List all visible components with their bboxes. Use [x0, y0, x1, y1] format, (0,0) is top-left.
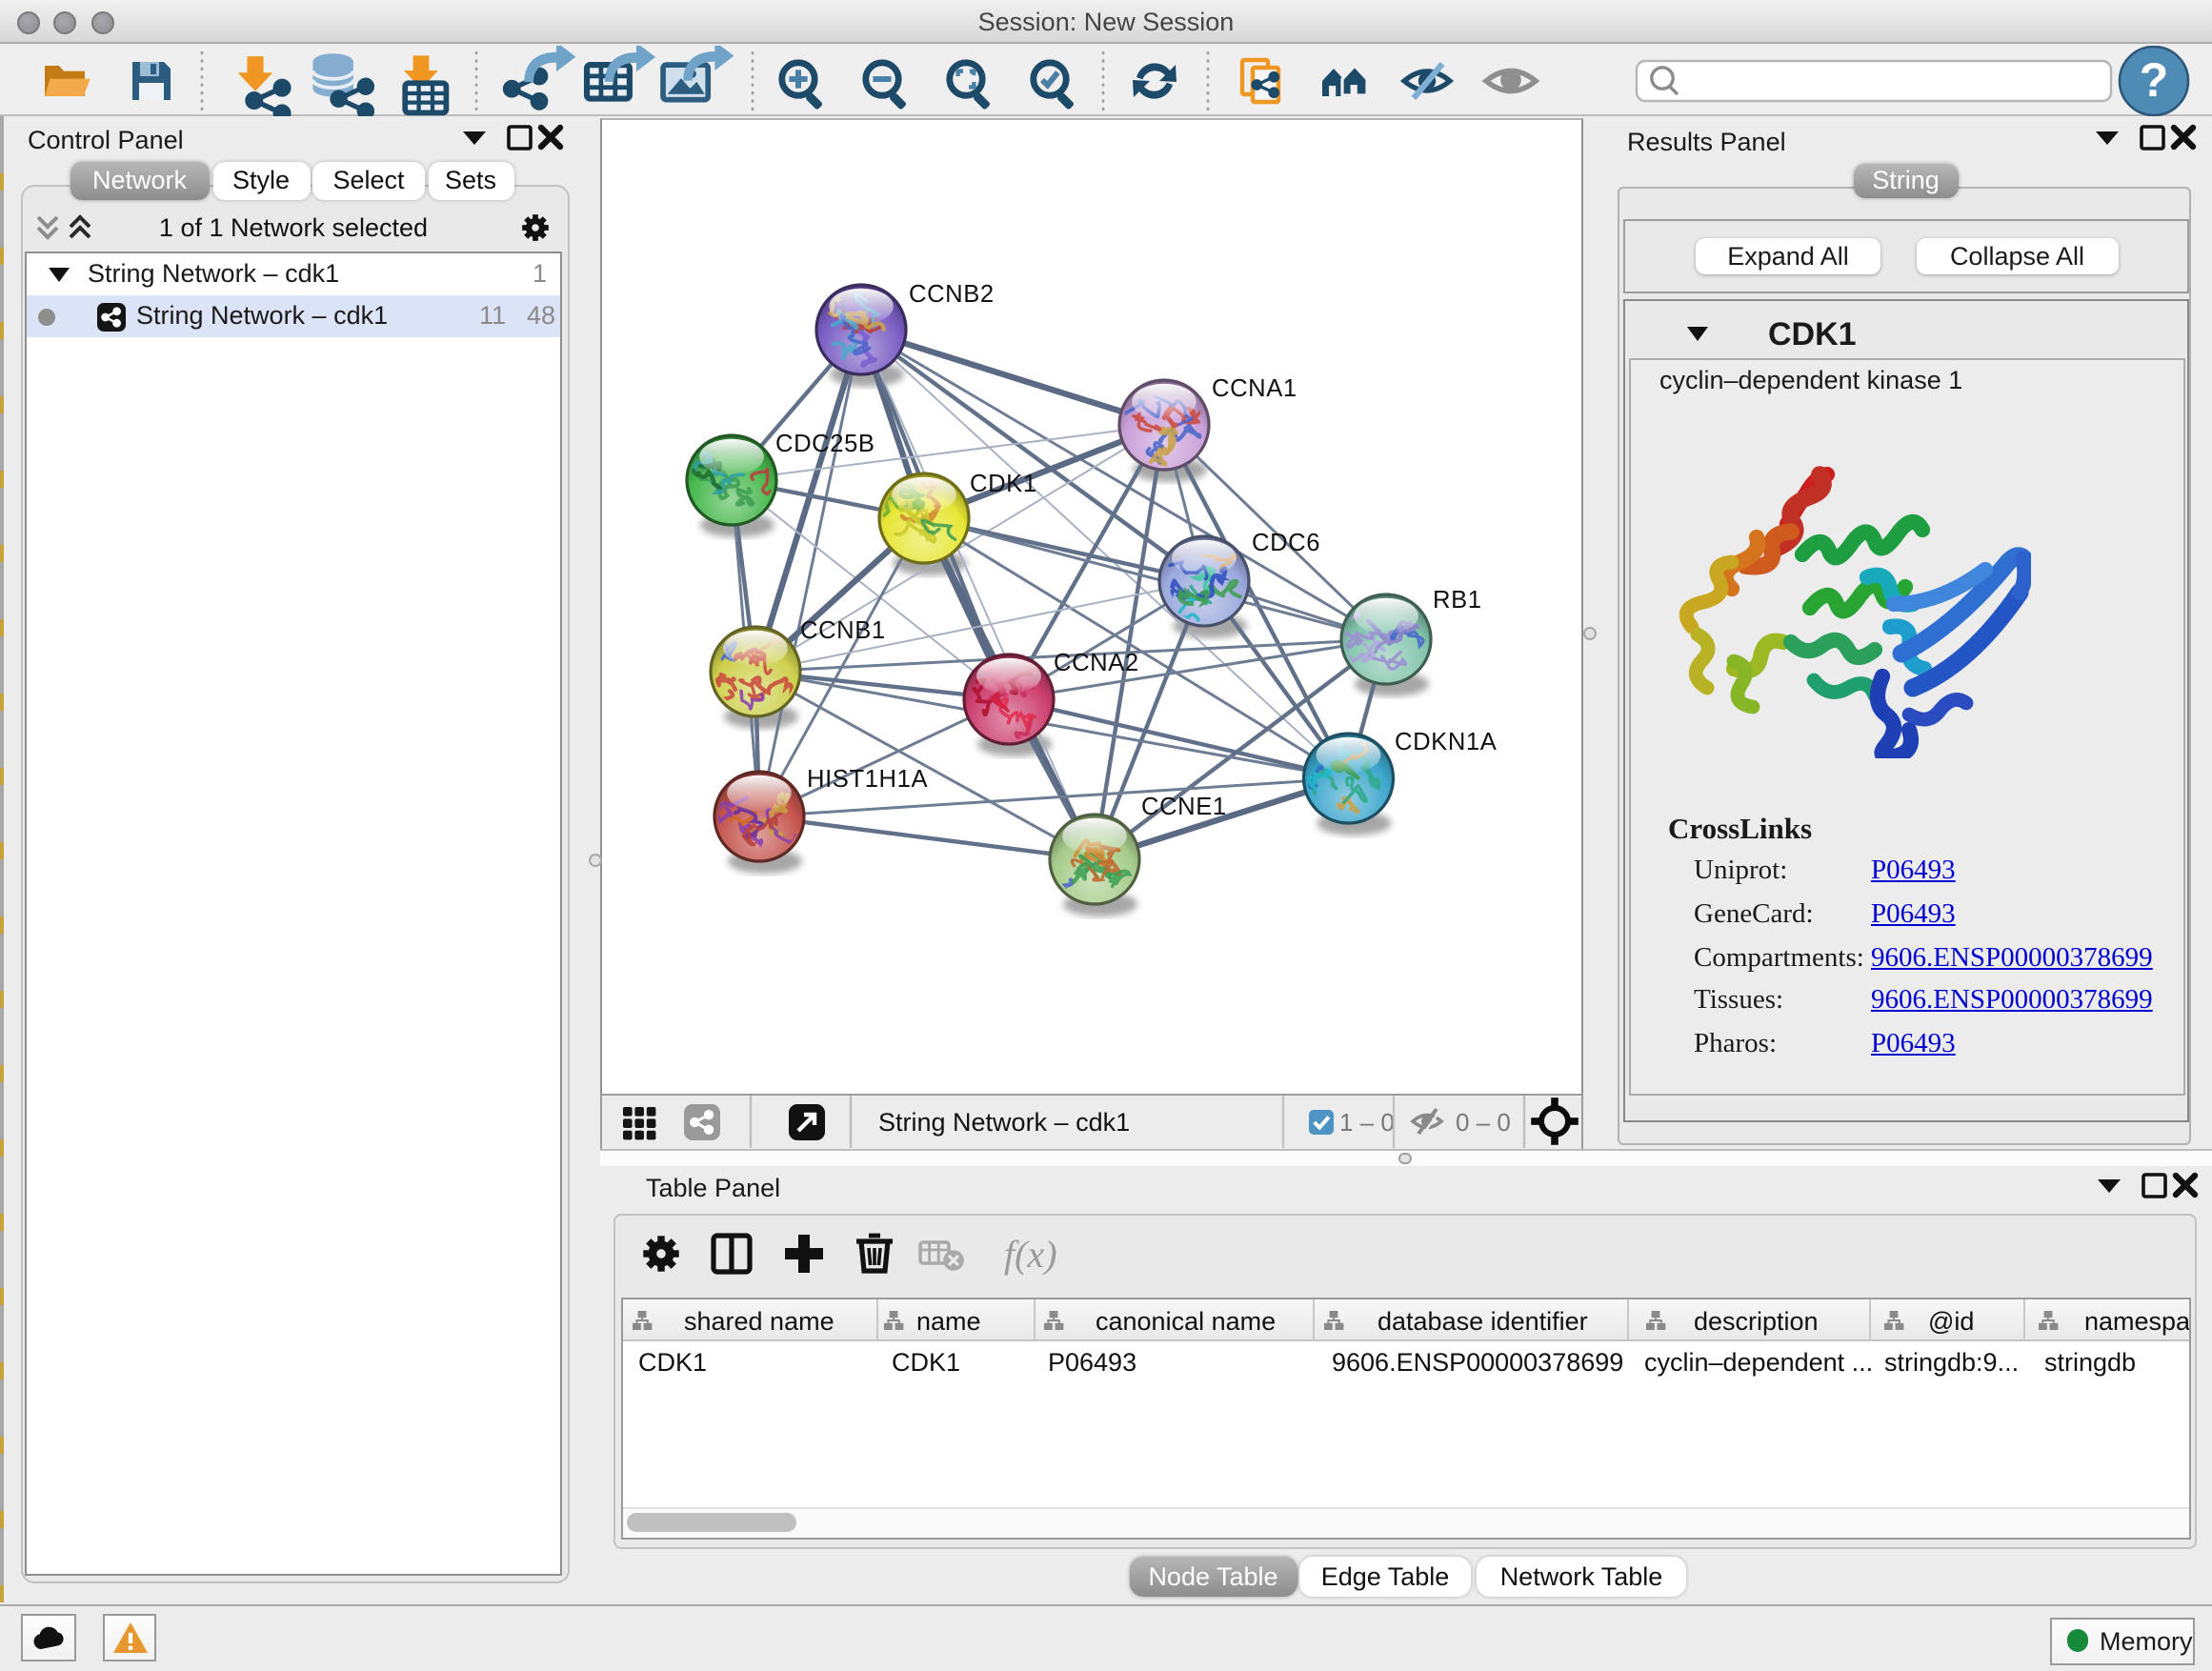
svg-text:CDK1: CDK1: [891, 1348, 959, 1377]
svg-text:?: ?: [2140, 53, 2169, 107]
svg-text:f(x): f(x): [1003, 1233, 1056, 1276]
svg-text:shared name: shared name: [683, 1307, 834, 1336]
svg-text:CCNE1: CCNE1: [1140, 794, 1226, 820]
svg-text:CDC25B: CDC25B: [774, 431, 875, 457]
svg-text:database identifier: database identifier: [1377, 1307, 1587, 1336]
svg-text:description: description: [1693, 1307, 1818, 1336]
svg-text:CCNB1: CCNB1: [799, 617, 885, 644]
svg-text:CDKN1A: CDKN1A: [1394, 729, 1497, 755]
svg-text:cyclin–dependent ...: cyclin–dependent ...: [1643, 1348, 1872, 1377]
svg-text:name: name: [915, 1307, 980, 1336]
svg-text:CCNB2: CCNB2: [908, 281, 994, 308]
svg-text:0 – 0: 0 – 0: [1455, 1108, 1510, 1137]
svg-text:canonical name: canonical name: [1095, 1307, 1275, 1336]
svg-text:stringdb:9...: stringdb:9...: [1883, 1348, 2018, 1377]
svg-text:String Network – cdk1: String Network – cdk1: [877, 1108, 1129, 1137]
svg-text:@id: @id: [1927, 1307, 1973, 1336]
svg-text:stringdb: stringdb: [2043, 1348, 2135, 1377]
svg-text:CCNA1: CCNA1: [1211, 375, 1297, 402]
svg-text:1 of 1 Network selected: 1 of 1 Network selected: [159, 213, 428, 242]
svg-text:9606.ENSP00000378699: 9606.ENSP00000378699: [1331, 1348, 1622, 1377]
svg-text:CDK1: CDK1: [969, 471, 1036, 497]
svg-text:HIST1H1A: HIST1H1A: [806, 766, 927, 793]
svg-text:1 – 0: 1 – 0: [1338, 1108, 1394, 1137]
svg-text:RB1: RB1: [1432, 587, 1481, 614]
svg-text:CCNA2: CCNA2: [1053, 650, 1138, 676]
svg-text:P06493: P06493: [1047, 1348, 1136, 1377]
svg-text:namespac: namespac: [2083, 1307, 2189, 1336]
svg-text:CDC6: CDC6: [1251, 530, 1319, 556]
svg-text:CDK1: CDK1: [637, 1348, 706, 1377]
